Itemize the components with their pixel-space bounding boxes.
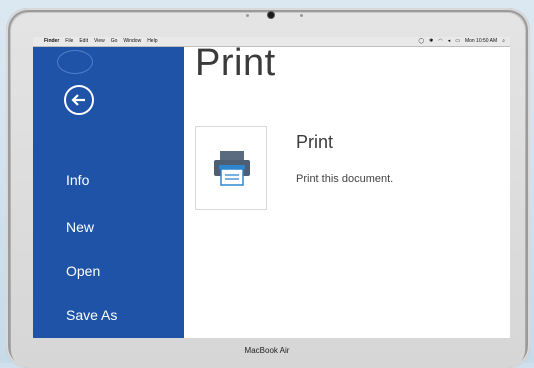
menubar-left: Finder File Edit View Go Window Help — [33, 37, 157, 46]
menu-item-view[interactable]: View — [94, 37, 105, 46]
menubar-right: ◯ ✱ ◠ ◂ ▭ Mon 10:50 AM ⌕ — [419, 37, 511, 46]
menu-item-edit[interactable]: Edit — [79, 37, 88, 46]
nav-item-info[interactable]: Info — [66, 172, 89, 188]
print-button[interactable] — [195, 126, 267, 210]
decorative-scribble — [57, 50, 93, 74]
print-heading: Print — [296, 132, 334, 152]
device-brand-label: MacBook Air — [244, 346, 290, 355]
menu-item-window[interactable]: Window — [123, 37, 141, 46]
search-icon[interactable]: ⌕ — [502, 37, 505, 46]
camera-sensor-right — [300, 14, 303, 17]
bluetooth-icon[interactable]: ✱ — [429, 37, 433, 46]
page-title: Print — [195, 42, 276, 84]
volume-icon[interactable]: ◂ — [448, 37, 451, 46]
menu-item-help[interactable]: Help — [147, 37, 157, 46]
print-description: Print this document. — [296, 173, 394, 185]
backstage-sidebar: Info New Open Save As — [33, 47, 184, 338]
airplay-icon[interactable]: ◯ — [419, 37, 425, 46]
printer-icon — [214, 151, 250, 186]
wifi-icon[interactable]: ◠ — [438, 37, 442, 46]
camera-sensor-left — [246, 14, 249, 17]
menu-app-name[interactable]: Finder — [44, 37, 59, 46]
menu-item-file[interactable]: File — [65, 37, 73, 46]
nav-item-save-as[interactable]: Save As — [66, 307, 117, 323]
back-arrow-icon[interactable] — [64, 85, 94, 115]
menu-item-go[interactable]: Go — [111, 37, 118, 46]
menubar-clock[interactable]: Mon 10:50 AM — [465, 37, 497, 46]
nav-item-new[interactable]: New — [66, 219, 94, 235]
battery-icon[interactable]: ▭ — [455, 37, 460, 46]
nav-item-open[interactable]: Open — [66, 263, 100, 279]
camera — [268, 12, 274, 18]
